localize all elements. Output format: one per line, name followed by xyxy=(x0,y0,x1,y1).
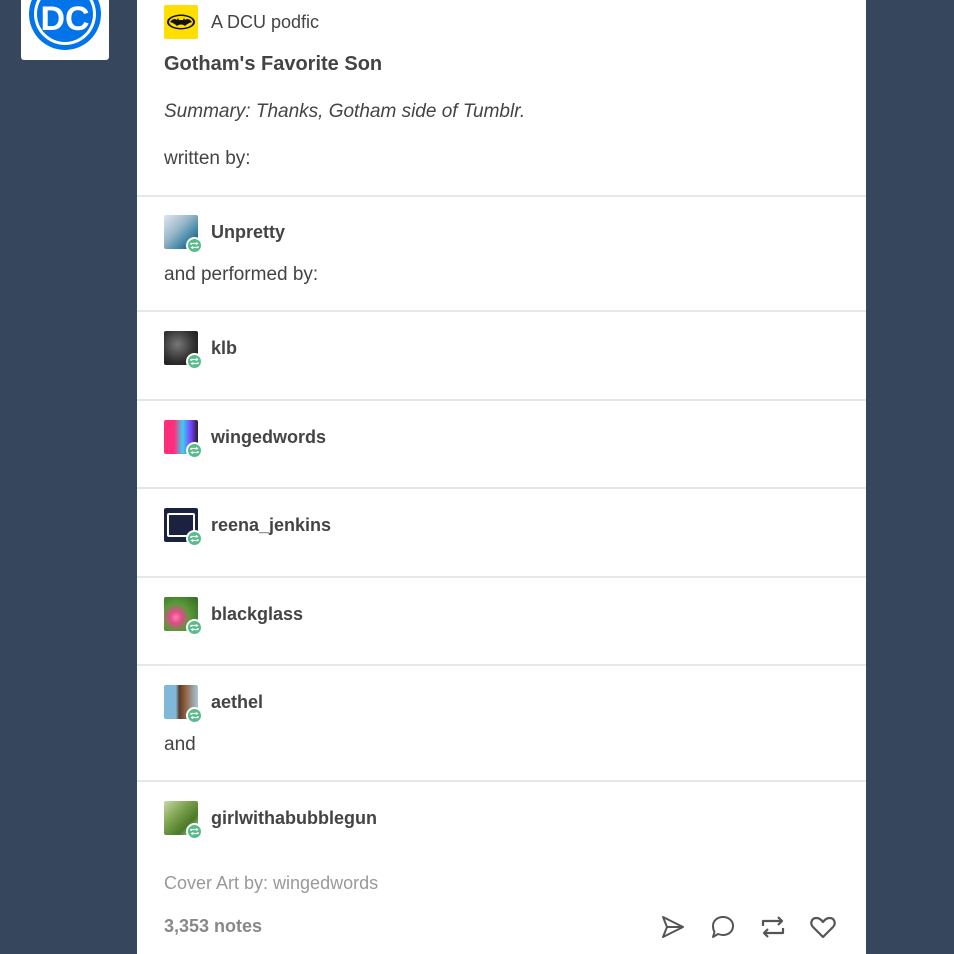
reblog-username[interactable]: aethel xyxy=(211,692,263,713)
dc-logo-icon: DC xyxy=(29,0,101,50)
reblog-badge-icon xyxy=(186,237,203,254)
reblog-username[interactable]: girlwithabubblegun xyxy=(211,808,377,829)
reblog-item-girlwithabubblegun[interactable]: girlwithabubblegun xyxy=(164,801,377,840)
batman-logo-icon xyxy=(164,5,198,39)
notes-count[interactable]: 3,353 notes xyxy=(164,916,262,937)
post-source[interactable]: A DCU podfic xyxy=(164,5,319,39)
avatar[interactable] xyxy=(164,685,203,724)
reblog-badge-icon xyxy=(186,530,203,547)
divider xyxy=(137,780,866,782)
heart-icon[interactable] xyxy=(808,912,838,942)
post-actions xyxy=(658,912,838,942)
divider xyxy=(137,487,866,489)
reblog-item-reena-jenkins[interactable]: reena_jenkins xyxy=(164,508,331,547)
avatar[interactable] xyxy=(164,508,203,547)
dc-logo-text: DC xyxy=(40,0,89,38)
divider xyxy=(137,399,866,401)
reblog-badge-icon xyxy=(186,353,203,370)
reblog-badge-icon xyxy=(186,707,203,724)
speech-bubble-icon[interactable] xyxy=(708,912,738,942)
divider xyxy=(137,664,866,666)
reblog-badge-icon xyxy=(186,619,203,636)
reblog-item-blackglass[interactable]: blackglass xyxy=(164,597,303,636)
avatar[interactable] xyxy=(164,215,203,254)
reblog-icon[interactable] xyxy=(758,912,788,942)
dc-blog-avatar[interactable]: DC xyxy=(21,0,109,60)
divider xyxy=(137,195,866,197)
reblog-badge-icon xyxy=(186,442,203,459)
post-source-label: A DCU podfic xyxy=(211,11,320,32)
reblog-item-klb[interactable]: klb xyxy=(164,331,237,370)
written-by-text: written by: xyxy=(164,148,251,169)
reblog-username[interactable]: klb xyxy=(211,338,237,359)
avatar[interactable] xyxy=(164,801,203,840)
paper-plane-icon[interactable] xyxy=(658,912,688,942)
reblog-badge-icon xyxy=(186,823,203,840)
reblog-item-wingedwords[interactable]: wingedwords xyxy=(164,420,326,459)
post-summary: Summary: Thanks, Gotham side of Tumblr. xyxy=(164,101,526,122)
reblog-username[interactable]: reena_jenkins xyxy=(211,515,331,536)
performed-by-text: and performed by: xyxy=(164,264,319,285)
avatar[interactable] xyxy=(164,420,203,459)
reblog-username[interactable]: wingedwords xyxy=(211,427,326,448)
divider xyxy=(137,576,866,578)
avatar[interactable] xyxy=(164,331,203,370)
avatar[interactable] xyxy=(164,597,203,636)
reblog-item-unpretty[interactable]: Unpretty xyxy=(164,215,285,254)
divider xyxy=(137,310,866,312)
post-title: Gotham's Favorite Son xyxy=(164,53,383,75)
post-card: A DCU podfic Gotham's Favorite Son Summa… xyxy=(137,0,866,954)
reblog-item-aethel[interactable]: aethel xyxy=(164,685,263,724)
reblog-username[interactable]: Unpretty xyxy=(211,222,285,243)
cover-art-credit: Cover Art by: wingedwords xyxy=(164,873,379,893)
reblog-username[interactable]: blackglass xyxy=(211,604,303,625)
and-text: and xyxy=(164,734,196,755)
